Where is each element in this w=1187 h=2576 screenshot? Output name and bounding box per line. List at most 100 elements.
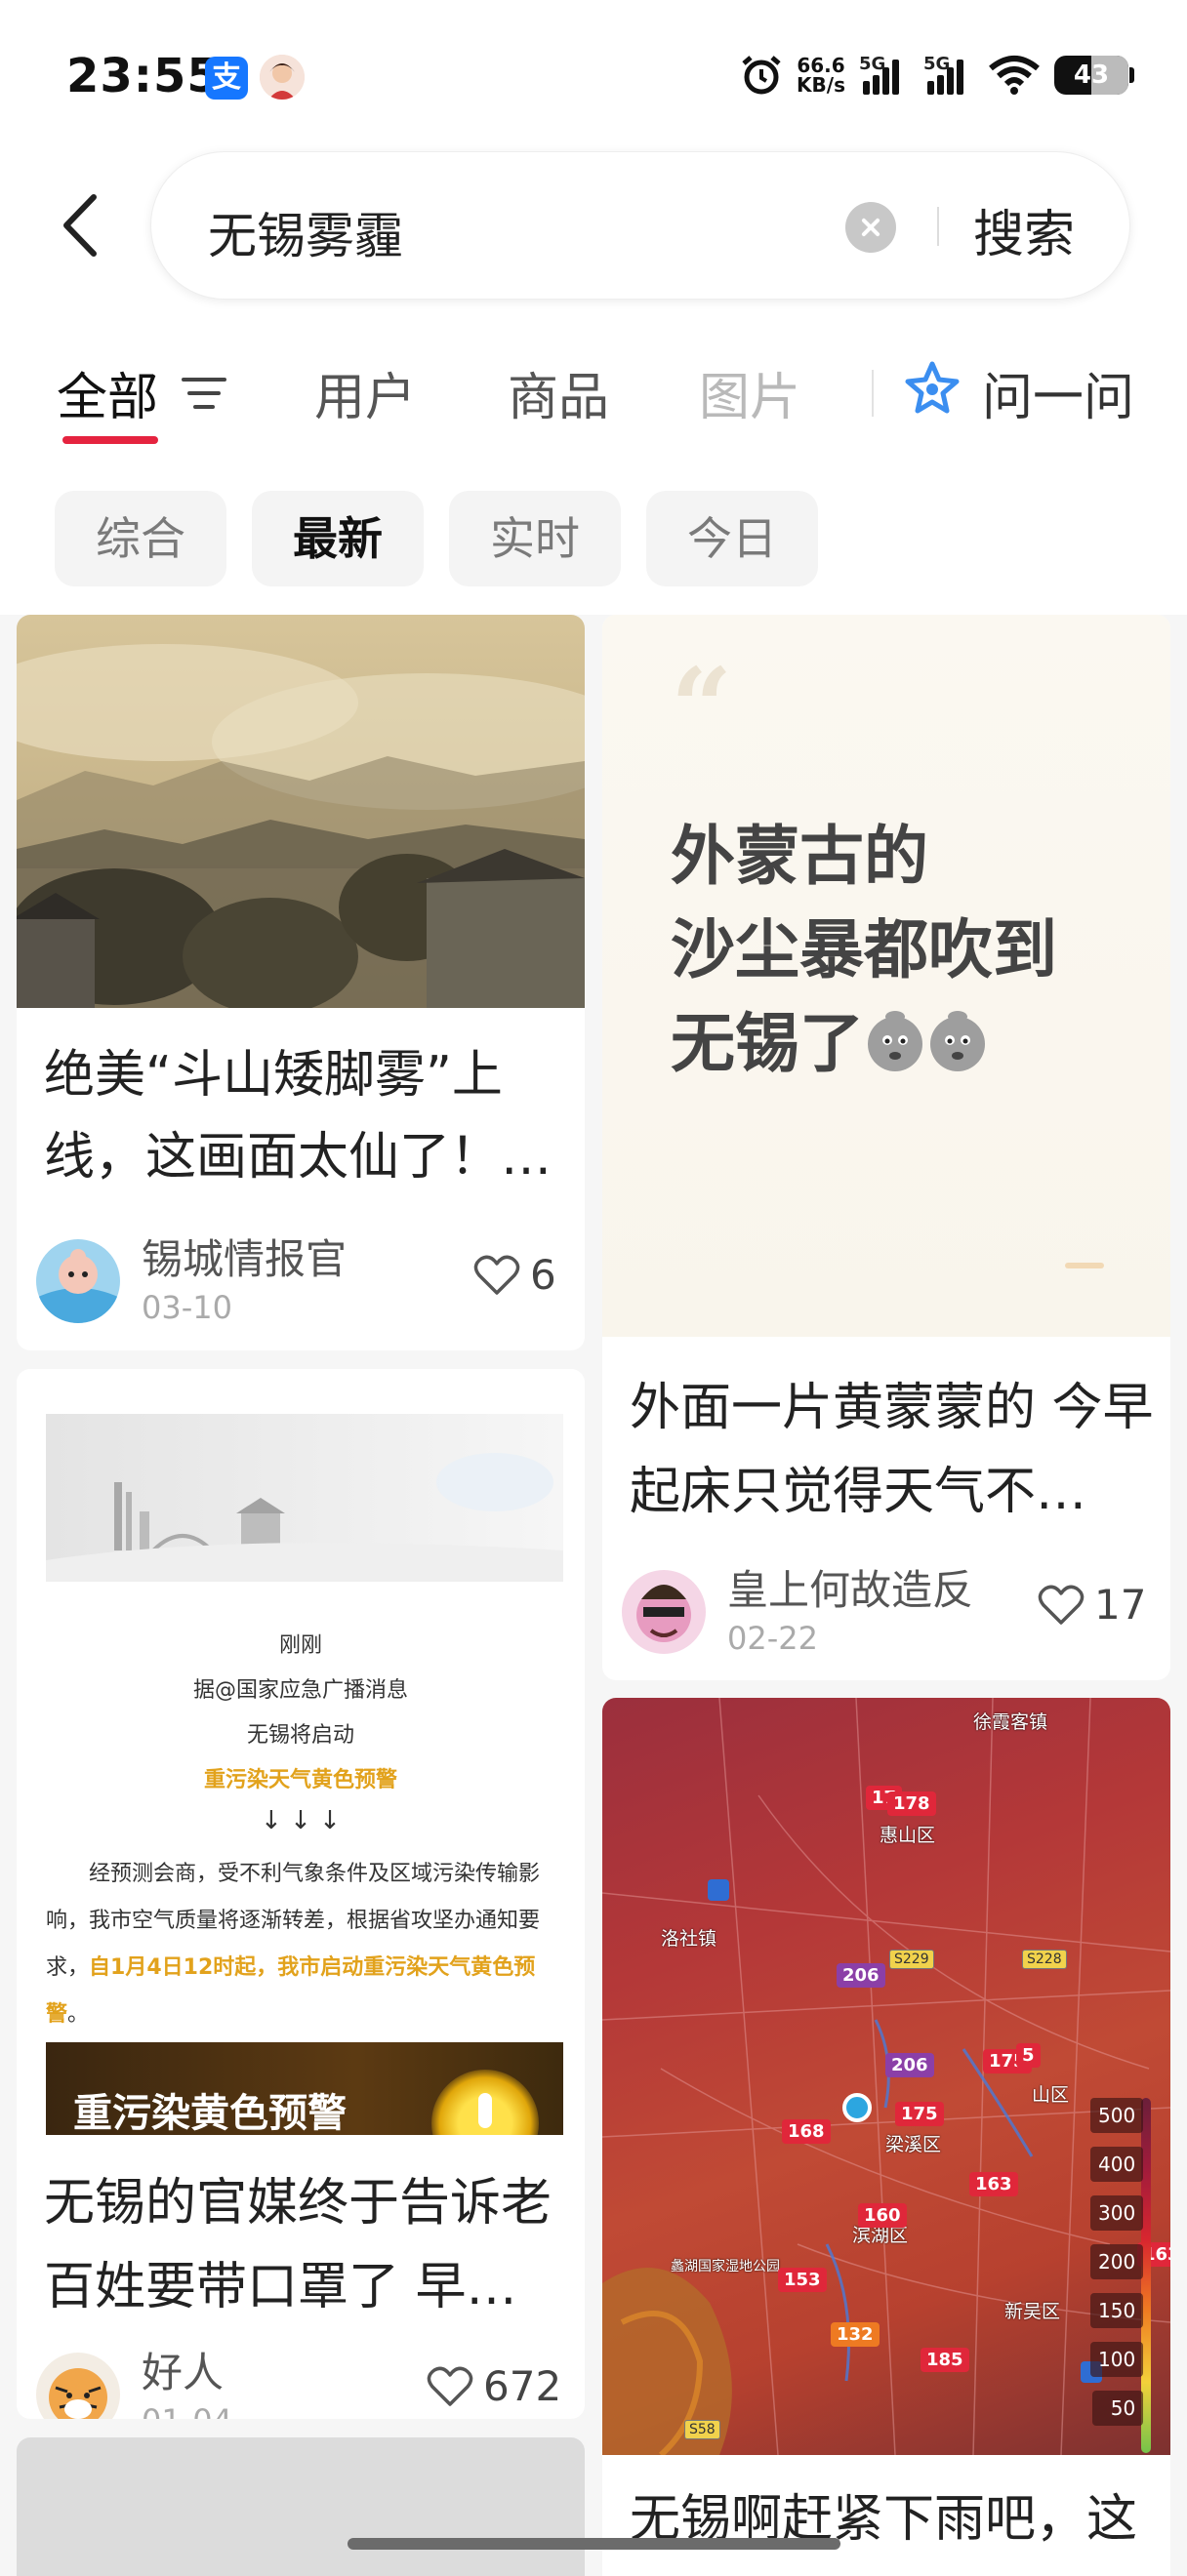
road-badge: S229: [889, 1950, 934, 1969]
avatar: [36, 2353, 120, 2419]
map-place-label: 惠山区: [880, 1825, 936, 1846]
chip-latest[interactable]: 最新: [252, 491, 424, 586]
exclamation-icon: [431, 2070, 539, 2135]
card-title: 无锡的官媒终于告诉老百姓要带口罩了 早…: [44, 2174, 553, 2316]
legend-label: 400: [1090, 2147, 1144, 2182]
aqi-marker[interactable]: 163: [969, 2172, 1018, 2196]
category-tabs: 全部 用户 商品 图片 问一问: [0, 346, 1187, 463]
post-date: 02-22: [727, 1620, 818, 1657]
legend-label: 300: [1090, 2195, 1144, 2231]
active-tab-indicator: [62, 436, 158, 444]
card-image: 刚刚 据@国家应急广播消息 无锡将启动 重污染天气黄色预警 ↓ ↓ ↓ 经预测会…: [17, 1369, 585, 2161]
avatar: [36, 1239, 120, 1323]
card-author[interactable]: 锡城情报官 03-10: [36, 1233, 347, 1329]
aqi-legend: 500 400 300 200 150 100 50: [1090, 2098, 1144, 2439]
card-title: 绝美“斗山矮脚雾”上线，这画面太仙了！…: [44, 1046, 553, 1187]
like-button[interactable]: 17: [1038, 1581, 1146, 1629]
tab-products[interactable]: 商品: [508, 356, 609, 429]
status-time: 23:55: [66, 49, 221, 103]
chip-realtime[interactable]: 实时: [449, 491, 621, 586]
quote-mark-icon: “: [671, 644, 733, 770]
aqi-marker[interactable]: 206: [837, 1963, 885, 1988]
ask-ai-label[interactable]: 问一问: [982, 356, 1134, 429]
doc-text: 刚刚: [278, 1633, 322, 1658]
signal-strength-icon: 5G: [923, 54, 974, 95]
doc-text: 无锡将启动: [246, 1723, 354, 1748]
status-bar: 23:55 支 66.6 KB/s 5G 5G 43: [0, 0, 1187, 146]
network-speed: 66.6 KB/s: [797, 54, 845, 97]
skyline-banner-image: [46, 1414, 563, 1582]
battery-icon: 43: [1054, 56, 1134, 95]
search-button[interactable]: 搜索: [973, 193, 1075, 266]
like-count: 672: [483, 2362, 562, 2410]
note-card[interactable]: 绝美“斗山矮脚雾”上线，这画面太仙了！… 锡城情报官 03-10 6: [17, 615, 585, 1350]
divider: [937, 207, 939, 246]
road-badge: S58: [684, 2420, 720, 2439]
tab-images[interactable]: 图片: [699, 356, 800, 429]
filter-icon[interactable]: [182, 374, 226, 413]
map-place-label: 蠡湖国家湿地公园: [671, 2259, 780, 2274]
heart-icon: [473, 1255, 520, 1295]
search-input[interactable]: 无锡雾霾: [208, 197, 403, 267]
card-image: 徐霞客镇 惠山区 洛社镇 山区 梁溪区 滨湖区 新吴区 蠡湖国家湿地公园 S22…: [602, 1698, 1170, 2455]
aqi-marker[interactable]: 153: [778, 2268, 827, 2292]
map-place-label: 新吴区: [1004, 2301, 1061, 2322]
aqi-marker[interactable]: 168: [782, 2119, 831, 2144]
author-name: 锡城情报官: [142, 1235, 348, 1283]
note-card[interactable]: 徐霞客镇 惠山区 洛社镇 山区 梁溪区 滨湖区 新吴区 蠡湖国家湿地公园 S22…: [602, 1698, 1170, 2576]
ask-ai-icon[interactable]: [902, 360, 962, 421]
tab-all[interactable]: 全部: [57, 356, 158, 429]
legend-label: 500: [1090, 2098, 1144, 2133]
heart-icon: [1038, 1585, 1085, 1625]
aqi-marker[interactable]: 5: [1016, 2043, 1041, 2068]
doc-text: 据@国家应急广播消息: [192, 1678, 408, 1703]
aqi-marker[interactable]: 160: [858, 2203, 907, 2228]
note-card[interactable]: “ 外蒙古的 沙尘暴都吹到 无锡了 外面一片黄蒙蒙的 今早起床只觉得天气不… 皇…: [602, 615, 1170, 1680]
aqi-marker[interactable]: 132: [831, 2322, 880, 2347]
map-place-label: 洛社镇: [661, 1928, 717, 1950]
author-name: 好人: [142, 2349, 225, 2396]
clear-icon[interactable]: [845, 202, 896, 253]
aqi-marker[interactable]: 185: [921, 2348, 969, 2372]
author-name: 皇上何故造反: [727, 1566, 974, 1614]
card-author[interactable]: 好人 01-04: [36, 2347, 232, 2419]
aqi-marker[interactable]: 175: [895, 2102, 944, 2126]
warning-banner-text: 重污染黄色预警: [73, 2091, 347, 2135]
back-button[interactable]: [57, 191, 105, 260]
home-indicator[interactable]: [348, 2538, 840, 2550]
note-card[interactable]: 刚刚 据@国家应急广播消息 无锡将启动 重污染天气黄色预警 ↓ ↓ ↓ 经预测会…: [17, 1369, 585, 2419]
heart-icon: [427, 2366, 473, 2406]
legend-label: 150: [1090, 2293, 1144, 2328]
post-date: 01-04: [142, 2399, 232, 2419]
sad-face-emoji-icon: [868, 1011, 985, 1071]
like-count: 17: [1094, 1581, 1147, 1629]
tab-users[interactable]: 用户: [314, 356, 416, 429]
card-author[interactable]: 皇上何故造反 02-22: [622, 1564, 973, 1660]
aqi-marker[interactable]: 206: [885, 2053, 934, 2077]
sort-chips: 综合 最新 实时 今日: [55, 491, 818, 586]
quote-text: 外蒙古的 沙尘暴都吹到 无锡了: [671, 819, 1057, 1081]
map-place-label: 梁溪区: [885, 2134, 942, 2155]
search-box[interactable]: 无锡雾霾 搜索: [150, 151, 1130, 300]
aqi-marker[interactable]: 178: [887, 1791, 936, 1816]
like-button[interactable]: 6: [473, 1251, 556, 1299]
like-count: 6: [530, 1251, 556, 1299]
doc-highlight-text: 重污染天气黄色预警: [203, 1768, 397, 1792]
alarm-icon: [742, 56, 781, 95]
map-place-label: 山区: [1032, 2084, 1070, 2106]
notification-avatar-icon: [260, 55, 305, 100]
like-button[interactable]: 672: [427, 2362, 561, 2410]
legend-label: 200: [1090, 2244, 1144, 2279]
chip-comprehensive[interactable]: 综合: [55, 491, 226, 586]
legend-label: 50: [1092, 2391, 1144, 2426]
avatar: [622, 1570, 706, 1654]
warning-banner: 重污染黄色预警: [46, 2042, 563, 2135]
down-arrows-icon: ↓ ↓ ↓: [261, 1806, 341, 1835]
divider: [872, 370, 874, 417]
card-title: 外面一片黄蒙蒙的 今早起床只觉得天气不…: [630, 1379, 1154, 1521]
map-place-label: 徐霞客镇: [973, 1711, 1048, 1733]
result-feed: 绝美“斗山矮脚雾”上线，这画面太仙了！… 锡城情报官 03-10 6 “ 外蒙古…: [0, 615, 1187, 2576]
note-card[interactable]: [17, 2437, 585, 2576]
chip-today[interactable]: 今日: [646, 491, 818, 586]
legend-label: 100: [1090, 2342, 1144, 2377]
